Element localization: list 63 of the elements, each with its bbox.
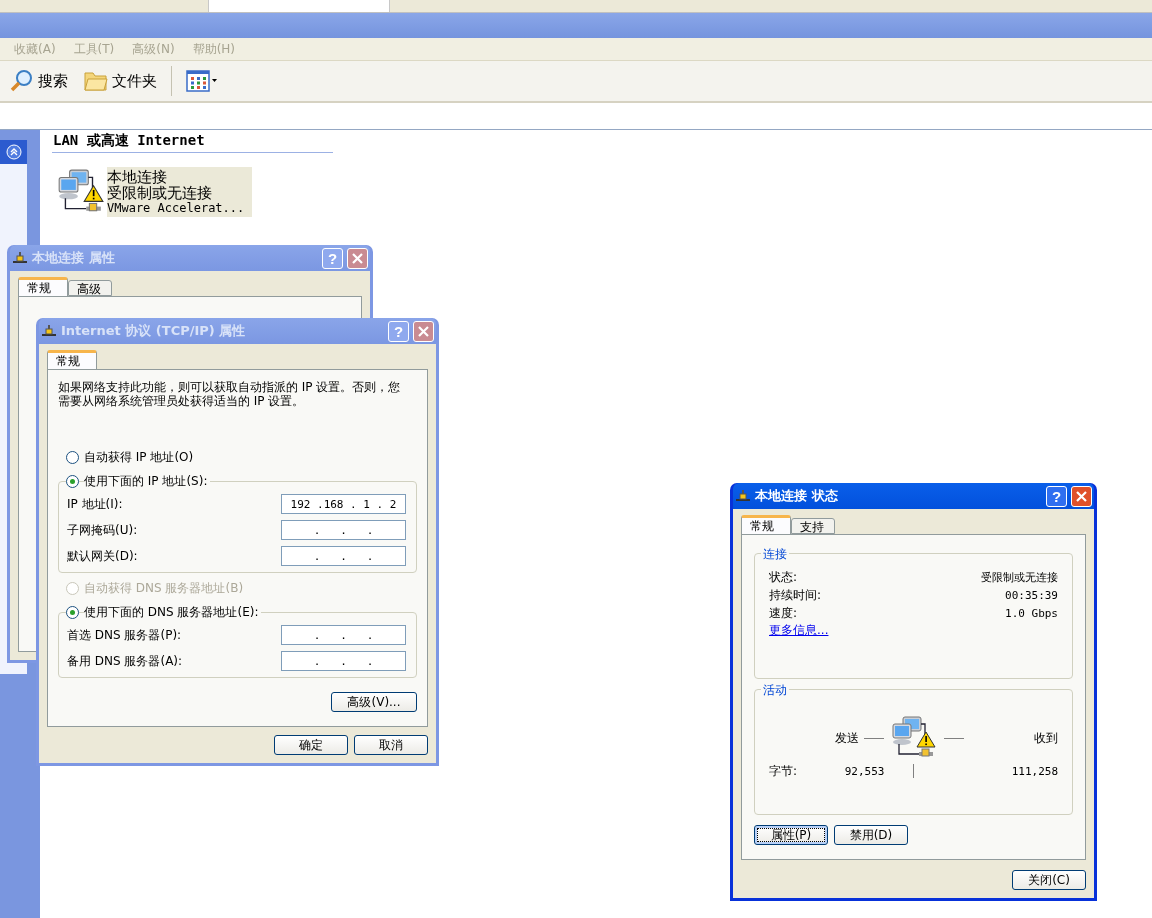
close-dialog-button[interactable]: 关闭(C): [1012, 870, 1086, 890]
close-icon: [351, 251, 364, 265]
more-info-link[interactable]: 更多信息...: [769, 623, 829, 637]
ip-address-field[interactable]: . . .: [281, 546, 406, 566]
field-label: 首选 DNS 服务器(P):: [67, 626, 182, 644]
views-button[interactable]: [184, 68, 220, 94]
field-label: 备用 DNS 服务器(A):: [67, 652, 183, 670]
search-icon: [10, 69, 34, 93]
tab[interactable]: 支持: [791, 518, 835, 534]
tab[interactable]: 高级: [68, 280, 112, 296]
ip-address-field[interactable]: 192 .168 . 1 . 2: [281, 494, 406, 514]
bytes-label: 字节:: [769, 762, 798, 780]
network-plug-icon: [41, 325, 57, 337]
group-title: 活动: [761, 682, 789, 699]
field-label: 子网掩码(U):: [67, 521, 138, 539]
dialog-button[interactable]: 禁用(D): [834, 825, 908, 845]
ip-address-field[interactable]: . . .: [281, 520, 406, 540]
received-label: 收到: [1034, 729, 1058, 747]
radio-button[interactable]: [66, 450, 79, 464]
status-label: 速度:: [769, 604, 798, 622]
dialog-button[interactable]: 确定: [274, 735, 348, 755]
close-icon: [417, 324, 430, 338]
status-value: 00:35:39: [1005, 588, 1058, 602]
description-text: 如果网络支持此功能，则可以获取自动指派的 IP 设置。否则，您需要从网络系统管理员处获得适当的 IP 设置。: [58, 380, 402, 408]
status-label: 持续时间:: [769, 586, 822, 604]
status-value: 受限制或无连接: [981, 569, 1058, 585]
close-button[interactable]: [347, 247, 368, 269]
group-title: 连接: [761, 546, 789, 563]
window-title: Internet 协议 (TCP/IP) 属性: [61, 322, 247, 340]
ip-address-field[interactable]: . . .: [281, 651, 406, 671]
network-plug-icon: [12, 252, 28, 264]
dialog-button[interactable]: 属性(P): [754, 825, 828, 845]
dialog-button[interactable]: 取消: [354, 735, 428, 755]
toolbar-button[interactable]: 文件夹: [82, 68, 159, 94]
status-label: 状态:: [769, 568, 798, 586]
field-label: 默认网关(D):: [67, 547, 138, 565]
collapse-icon[interactable]: [5, 144, 22, 160]
field-label: IP 地址(I):: [67, 495, 123, 513]
radio-label: 使用下面的 IP 地址(S):: [84, 472, 211, 490]
sent-bytes: 92,553: [844, 764, 885, 778]
close-button[interactable]: [1071, 485, 1092, 507]
close-icon: [1075, 489, 1088, 503]
radio-label: 使用下面的 DNS 服务器地址(E):: [84, 603, 262, 621]
view-grid-icon: [186, 70, 218, 92]
folder-icon: [84, 70, 108, 92]
help-button[interactable]: ?: [1046, 485, 1067, 507]
status-value: 1.0 Gbps: [1005, 606, 1058, 620]
tab[interactable]: 常规: [47, 350, 97, 369]
toolbar-button[interactable]: 搜索: [8, 67, 70, 95]
tab[interactable]: 常规: [18, 277, 68, 296]
sent-label: 发送: [834, 729, 859, 747]
close-button[interactable]: [413, 320, 434, 342]
radio-button[interactable]: [66, 605, 79, 619]
received-bytes: 111,258: [1011, 764, 1058, 778]
ip-address-field[interactable]: . . .: [281, 625, 406, 645]
radio-button[interactable]: [66, 474, 79, 488]
window-title: 本地连接 状态: [755, 487, 839, 505]
window-title: 本地连接 属性: [32, 249, 116, 267]
network-plug-icon: [735, 490, 751, 502]
section-title: LAN 或高速 Internet: [52, 132, 333, 153]
connection-item[interactable]: 本地连接 受限制或无连接 VMware Accelerat...: [107, 167, 253, 217]
tab[interactable]: 常规: [741, 515, 791, 534]
advanced-button[interactable]: 高级(V)...: [331, 692, 417, 712]
